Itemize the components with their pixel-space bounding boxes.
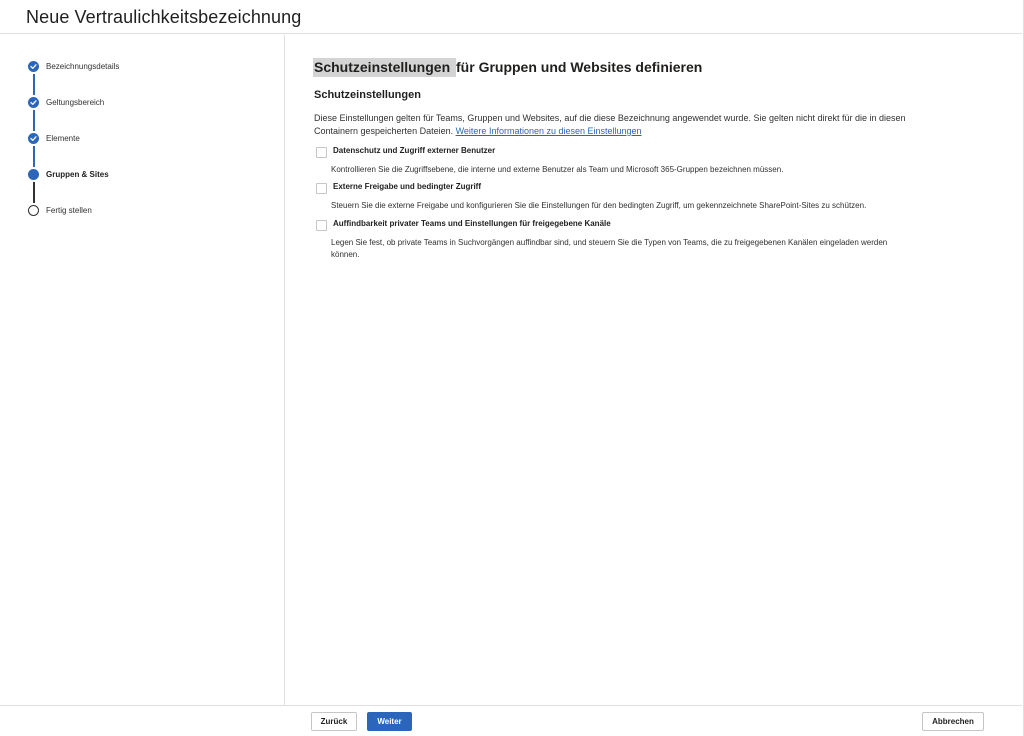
checkmark-icon <box>28 132 39 144</box>
step-label: Geltungsbereich <box>46 97 105 107</box>
more-info-link[interactable]: Weitere Informationen zu diesen Einstell… <box>456 126 642 136</box>
step-bezeichnungsdetails[interactable]: Bezeichnungsdetails <box>28 58 268 74</box>
checkmark-icon <box>28 96 39 108</box>
checkbox-external-user-access[interactable] <box>316 147 327 158</box>
option-description: Kontrollieren Sie die Zugriffsebene, die… <box>331 165 784 174</box>
option-label[interactable]: Externe Freigabe und bedingter Zugriff <box>333 182 481 191</box>
wizard-steps-nav: Bezeichnungsdetails Geltungsbereich Elem… <box>0 35 285 705</box>
step-connector <box>33 146 35 167</box>
option-label[interactable]: Datenschutz und Zugriff externer Benutze… <box>333 146 495 155</box>
main-content: Schutzeinstellungen für Gruppen und Webs… <box>286 35 1022 705</box>
next-button[interactable]: Weiter <box>367 712 412 731</box>
section-description: Diese Einstellungen gelten für Teams, Gr… <box>314 112 914 138</box>
current-step-dot-icon <box>28 168 39 180</box>
step-fertig-stellen[interactable]: Fertig stellen <box>28 202 268 218</box>
section-title: Schutzeinstellungen <box>314 89 421 101</box>
checkmark-icon <box>28 60 39 72</box>
step-label: Fertig stellen <box>46 205 92 215</box>
cancel-button[interactable]: Abbrechen <box>922 712 984 731</box>
page-title: Schutzeinstellungen für Gruppen und Webs… <box>313 58 703 77</box>
checkbox-private-teams-discoverability[interactable] <box>316 220 327 231</box>
step-elemente[interactable]: Elemente <box>28 130 268 146</box>
page-title-rest: für Gruppen und Websites definieren <box>456 59 703 75</box>
option-description: Legen Sie fest, ob private Teams in Such… <box>331 238 888 259</box>
back-button[interactable]: Zurück <box>311 712 357 731</box>
panel-title: Neue Vertraulichkeitsbezeichnung <box>26 7 302 27</box>
step-gruppen-sites[interactable]: Gruppen & Sites <box>28 166 268 182</box>
wizard-panel: Neue Vertraulichkeitsbezeichnung Bezeich… <box>0 0 1024 736</box>
panel-footer: Zurück Weiter Abbrechen <box>0 705 1022 736</box>
checkbox-external-sharing[interactable] <box>316 183 327 194</box>
step-label: Bezeichnungsdetails <box>46 61 120 71</box>
pending-step-circle-icon <box>28 204 39 216</box>
option-label[interactable]: Auffindbarkeit privater Teams und Einste… <box>333 219 611 228</box>
step-connector <box>33 182 35 203</box>
step-label: Elemente <box>46 133 80 143</box>
panel-header: Neue Vertraulichkeitsbezeichnung <box>0 0 1022 34</box>
page-title-highlight: Schutzeinstellungen <box>313 58 457 77</box>
step-label: Gruppen & Sites <box>46 169 109 179</box>
step-geltungsbereich[interactable]: Geltungsbereich <box>28 94 268 110</box>
step-connector <box>33 74 35 95</box>
step-connector <box>33 110 35 131</box>
option-description: Steuern Sie die externe Freigabe und kon… <box>331 201 867 210</box>
